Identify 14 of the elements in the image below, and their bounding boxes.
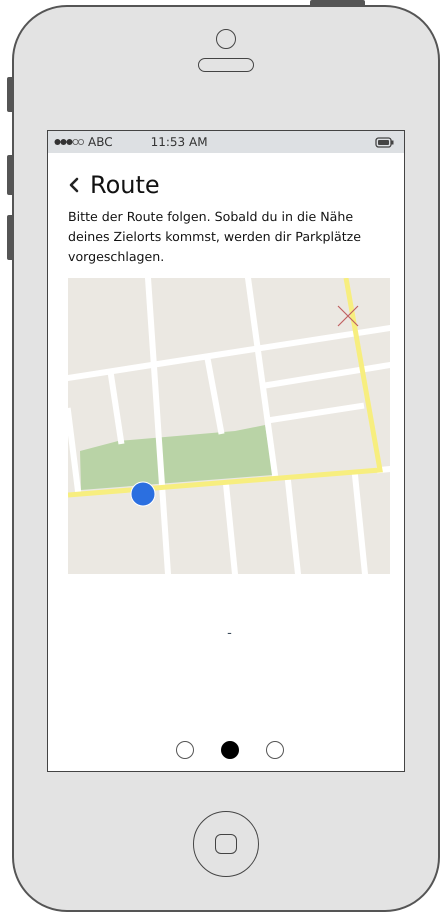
camera-icon: [216, 29, 236, 49]
signal-icon: [54, 138, 84, 146]
page-dot[interactable]: [266, 741, 284, 759]
page-title: Route: [90, 171, 160, 199]
instruction-text: Bitte der Route folgen. Sobald du in die Nähe deines Zielorts kommst, werden dir Parkplätze vorgeschlagen.: [68, 208, 362, 266]
info-text: -: [227, 626, 232, 641]
page-dot[interactable]: [220, 741, 238, 759]
battery-icon: [375, 136, 394, 148]
home-button[interactable]: [193, 811, 259, 877]
clock-time: 11:53 AM: [150, 135, 208, 149]
carrier-name: ABC: [88, 135, 113, 149]
page-dot[interactable]: [176, 741, 194, 759]
back-icon[interactable]: [68, 177, 80, 193]
speaker-icon: [198, 58, 254, 72]
